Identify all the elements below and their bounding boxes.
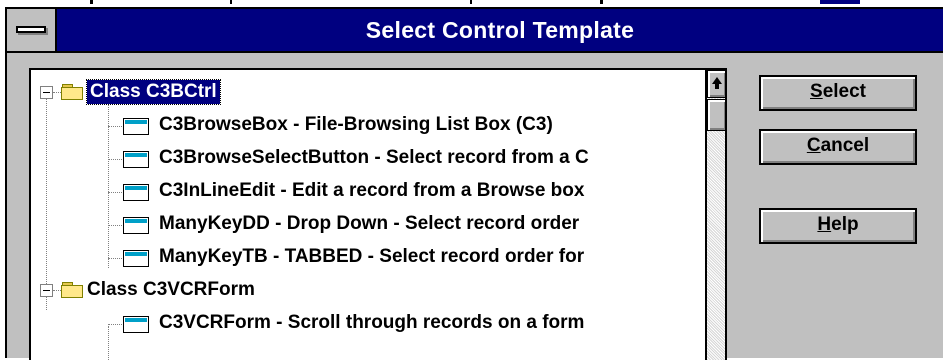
- system-menu-icon: [16, 26, 46, 33]
- up-arrow-icon: [712, 77, 722, 84]
- tree-group-label: Class C3BCtrl: [86, 79, 221, 105]
- help-label: elp: [831, 214, 859, 235]
- tree-item-label: C3BrowseSelectButton - Select record fro…: [159, 147, 589, 168]
- vertical-scrollbar[interactable]: [705, 70, 725, 360]
- up-arrow-stem: [715, 84, 719, 89]
- scroll-up-button[interactable]: [707, 70, 725, 98]
- tree-item-row[interactable]: C3BrowseSelectButton - Select record fro…: [31, 142, 705, 175]
- tree-connector: [108, 159, 122, 160]
- background-fragment: [230, 0, 232, 4]
- tree-group-label: Class C3VCRForm: [87, 279, 255, 300]
- tree-item-label: C3InLineEdit - Edit a record from a Brow…: [159, 180, 585, 201]
- control-template-icon: [123, 217, 149, 234]
- select-mnemonic: S: [810, 81, 823, 102]
- tree-connector: [108, 258, 122, 259]
- collapse-icon[interactable]: [40, 284, 53, 297]
- control-template-icon: [123, 118, 149, 135]
- control-template-icon: [123, 250, 149, 267]
- folder-icon: [61, 84, 83, 100]
- tree-group-row[interactable]: Class C3BCtrl: [31, 76, 705, 109]
- background-fragment: [90, 0, 93, 4]
- collapse-icon[interactable]: [40, 86, 53, 99]
- cancel-mnemonic: C: [806, 135, 821, 156]
- cancel-label: ancel: [820, 135, 870, 156]
- tree-item-label: C3VCRForm - Scroll through records on a …: [159, 312, 585, 333]
- system-menu-button[interactable]: [7, 9, 57, 51]
- control-template-icon: [123, 151, 149, 168]
- tree-group-row[interactable]: Class C3VCRForm: [31, 274, 705, 307]
- scroll-thumb[interactable]: [707, 99, 725, 131]
- tree-item-row[interactable]: C3BrowseBox - File-Browsing List Box (C3…: [31, 109, 705, 142]
- tree-item-label: ManyKeyTB - TABBED - Select record order…: [159, 246, 585, 267]
- tree-item-label: ManyKeyDD - Drop Down - Select record or…: [159, 213, 580, 234]
- background-fragment: [470, 0, 472, 4]
- tree-item-label: C3BrowseBox - File-Browsing List Box (C3…: [159, 114, 553, 135]
- tree-connector: [108, 324, 122, 325]
- select-button[interactable]: Select: [759, 75, 917, 111]
- background-window-strip: [0, 0, 943, 7]
- control-template-icon: [123, 316, 149, 333]
- tree-item-row[interactable]: C3InLineEdit - Edit a record from a Brow…: [31, 175, 705, 208]
- tree-connector: [108, 126, 122, 127]
- tree-connector: [108, 225, 122, 226]
- help-button[interactable]: Help: [759, 208, 917, 244]
- tree-item-row[interactable]: ManyKeyTB - TABBED - Select record order…: [31, 241, 705, 274]
- folder-icon: [61, 282, 83, 298]
- dialog-title: Select Control Template: [365, 17, 635, 43]
- background-fragment: [820, 0, 860, 4]
- select-control-template-dialog: Select Control Template Class C3BCtrl C3…: [5, 7, 943, 360]
- tree-connector: [53, 92, 61, 93]
- background-fragment: [600, 0, 603, 4]
- select-label: elect: [822, 81, 866, 102]
- tree-item-row[interactable]: ManyKeyDD - Drop Down - Select record or…: [31, 208, 705, 241]
- tree-connector: [108, 192, 122, 193]
- tree-connector: [53, 290, 61, 291]
- tree-item-row[interactable]: C3VCRForm - Scroll through records on a …: [31, 307, 705, 340]
- title-bar[interactable]: Select Control Template: [7, 9, 943, 53]
- control-template-icon: [123, 184, 149, 201]
- template-tree[interactable]: Class C3BCtrl C3BrowseBox - File-Browsin…: [29, 68, 727, 360]
- cancel-button[interactable]: Cancel: [759, 129, 917, 165]
- help-mnemonic: H: [817, 214, 832, 235]
